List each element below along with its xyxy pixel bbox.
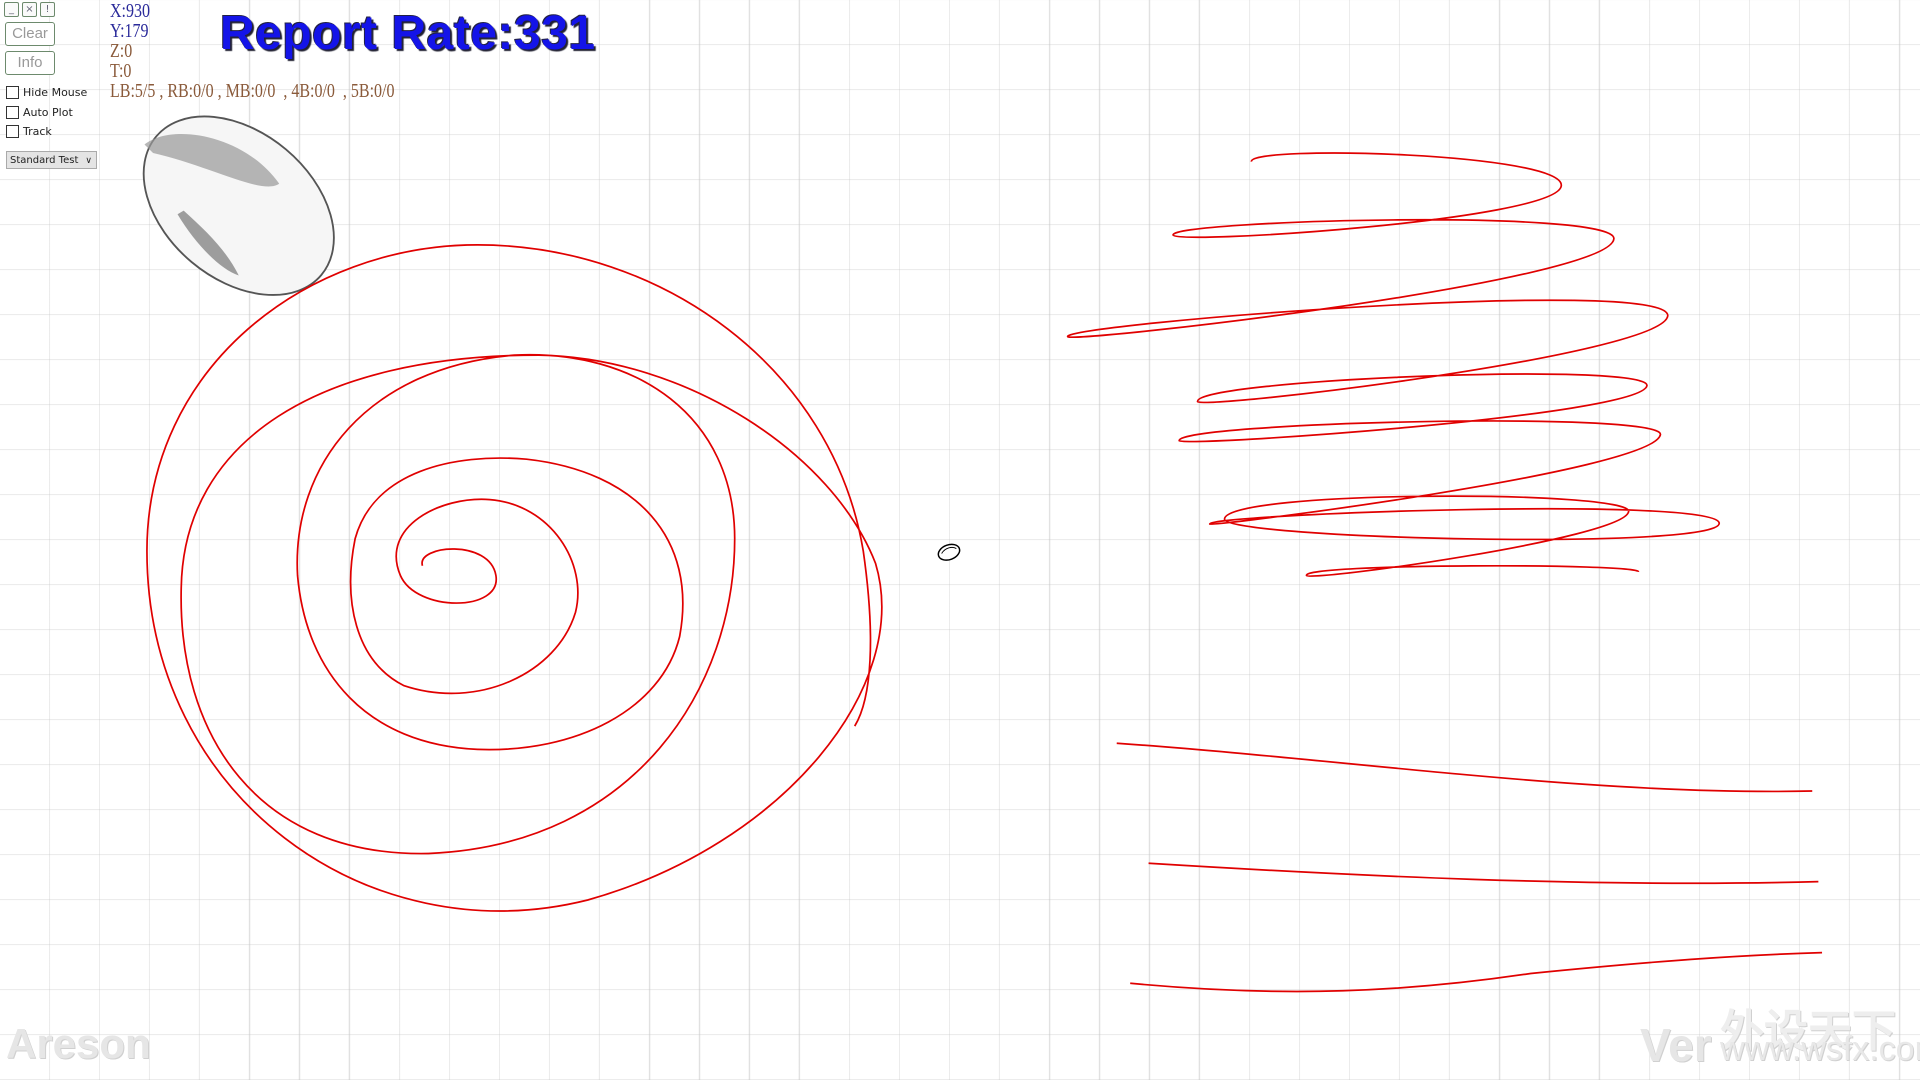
watermark-version: Ver [1640,1019,1712,1071]
spiral-trace [146,244,883,912]
line-trace [1130,951,1823,993]
drawing-canvas[interactable] [0,0,1920,1080]
watermark-site-url: www.wsfx.com [1720,1030,1920,1068]
cursor-mouse-icon [937,543,961,561]
line-trace [1116,742,1813,793]
line-trace [1148,862,1819,885]
watermark-areson: Areson [6,1020,151,1067]
zigzag-trace [1066,152,1721,577]
mouse-illustration-icon [142,115,335,296]
